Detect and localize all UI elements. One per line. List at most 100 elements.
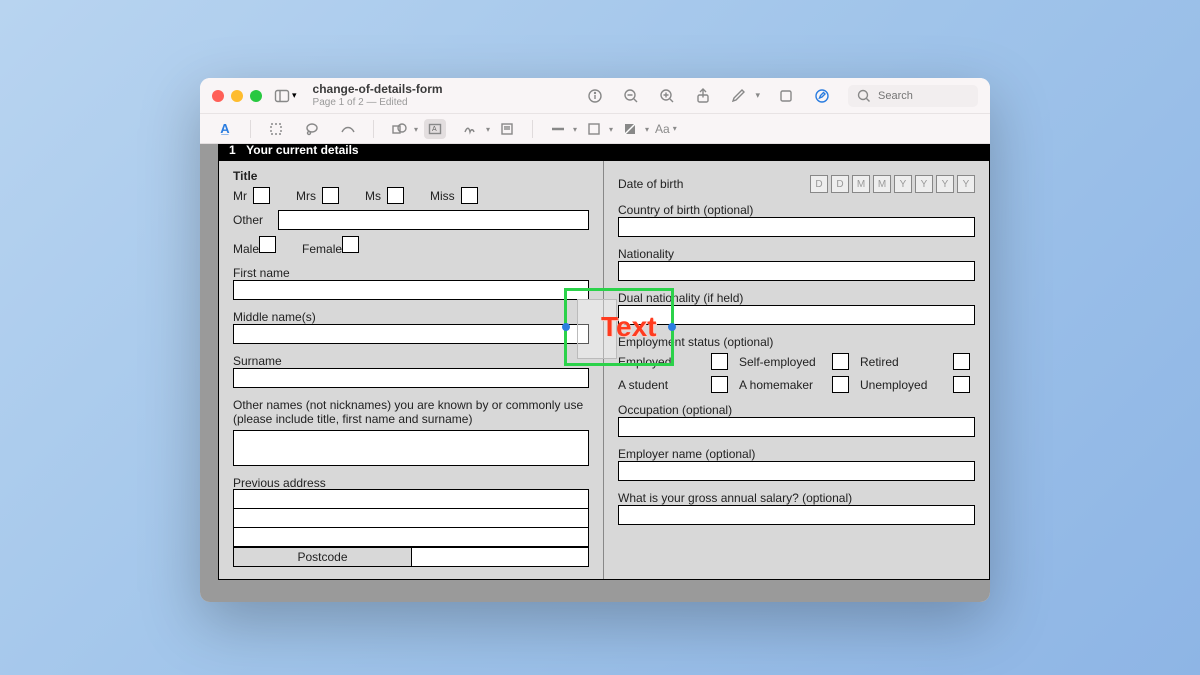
mrs-checkbox[interactable] [322,187,339,204]
separator [250,120,251,138]
resize-handle-right[interactable] [668,323,676,331]
sketch-tool[interactable] [337,119,359,139]
markup-button[interactable] [729,86,749,106]
separator [373,120,374,138]
share-icon [695,88,711,104]
sketch-icon [340,121,356,137]
note-button[interactable] [496,119,518,139]
prev-addr-line1[interactable] [233,489,589,509]
stroke-color-icon [586,121,602,137]
retired-label: Retired [860,355,947,369]
resize-handle-left[interactable] [562,323,570,331]
annotation-text[interactable]: Text [601,311,657,343]
text-box-button[interactable]: A [424,119,446,139]
edit-button[interactable] [812,86,832,106]
select-tool[interactable] [265,119,287,139]
mr-label: Mr [233,189,247,203]
search-field[interactable] [848,85,978,107]
search-input[interactable] [878,90,968,102]
chevron-down-icon: ▾ [673,124,677,133]
minimize-window-button[interactable] [231,90,243,102]
font-button[interactable]: Aa▾ [655,119,677,139]
window-controls [212,90,262,102]
share-button[interactable] [693,86,713,106]
unemployed-label: Unemployed [860,378,947,392]
homemaker-checkbox[interactable] [832,376,849,393]
dob-box[interactable]: M [852,175,870,193]
dob-box[interactable]: Y [936,175,954,193]
first-name-field[interactable] [233,280,589,300]
title-block: change-of-details-form Page 1 of 2 — Edi… [313,83,443,107]
salary-field[interactable] [618,505,975,525]
document-viewport[interactable]: 1 Your current details Title Mr Mrs Ms M… [200,144,990,602]
miss-checkbox[interactable] [461,187,478,204]
zoom-in-icon [659,88,675,104]
country-field[interactable] [618,217,975,237]
employer-field[interactable] [618,461,975,481]
surname-field[interactable] [233,368,589,388]
male-checkbox[interactable] [259,236,276,253]
female-checkbox[interactable] [342,236,359,253]
ms-checkbox[interactable] [387,187,404,204]
border-button[interactable]: ▾ [547,119,569,139]
dob-box[interactable]: Y [957,175,975,193]
employed-checkbox[interactable] [711,353,728,370]
other-label: Other [233,213,270,227]
rotate-button[interactable] [776,86,796,106]
close-window-button[interactable] [212,90,224,102]
section-number: 1 [229,144,243,157]
chevron-down-icon: ▾ [609,125,613,134]
mr-checkbox[interactable] [253,187,270,204]
shapes-button[interactable]: ▾ [388,119,410,139]
dob-box[interactable]: Y [894,175,912,193]
occupation-field[interactable] [618,417,975,437]
nationality-field[interactable] [618,261,975,281]
other-names-field[interactable] [233,430,589,466]
section-header: 1 Your current details [219,144,989,161]
unemployed-checkbox[interactable] [953,376,970,393]
text-box-icon: A [427,121,443,137]
dob-box[interactable]: Y [915,175,933,193]
fullscreen-window-button[interactable] [250,90,262,102]
zoom-out-button[interactable] [621,86,641,106]
prev-addr-line2[interactable] [233,508,589,528]
first-name-label: First name [233,266,589,280]
sidebar-icon [274,88,290,104]
lasso-tool[interactable] [301,119,323,139]
dob-box[interactable]: D [831,175,849,193]
pencil-icon [731,88,747,104]
other-names-label-1: Other names (not nicknames) you are know… [233,398,589,412]
postcode-field[interactable] [411,547,589,567]
stroke-color-button[interactable]: ▾ [583,119,605,139]
retired-checkbox[interactable] [953,353,970,370]
sidebar-toggle-button[interactable] [272,86,292,106]
middle-names-field[interactable] [233,324,589,344]
middle-names-label: Middle name(s) [233,310,589,324]
rotate-icon [778,88,794,104]
female-label: Female [302,242,342,256]
document-subtitle: Page 1 of 2 — Edited [313,97,443,108]
self-employed-checkbox[interactable] [832,353,849,370]
titlebar-actions: ▾ [585,85,978,107]
fill-color-button[interactable]: ▾ [619,119,641,139]
sign-button[interactable]: ▾ [460,119,482,139]
student-checkbox[interactable] [711,376,728,393]
text-annotation-selection[interactable]: Text [564,288,674,366]
other-title-field[interactable] [278,210,589,230]
surname-label: Surname [233,354,589,368]
text-style-button[interactable]: A̲ [214,119,236,139]
student-label: A student [618,378,705,392]
font-label: Aa [655,122,670,136]
chevron-down-icon[interactable]: ▾ [755,90,760,101]
dob-box[interactable]: M [873,175,891,193]
text-style-icon: A̲ [220,121,229,136]
chevron-down-icon[interactable]: ▾ [292,90,297,101]
prev-addr-line3[interactable] [233,527,589,547]
chevron-down-icon: ▾ [414,125,418,134]
country-label: Country of birth (optional) [618,203,975,217]
dob-box[interactable]: D [810,175,828,193]
info-button[interactable] [585,86,605,106]
zoom-in-button[interactable] [657,86,677,106]
mrs-label: Mrs [296,189,316,203]
dob-boxes[interactable]: D D M M Y Y Y Y [810,175,975,193]
